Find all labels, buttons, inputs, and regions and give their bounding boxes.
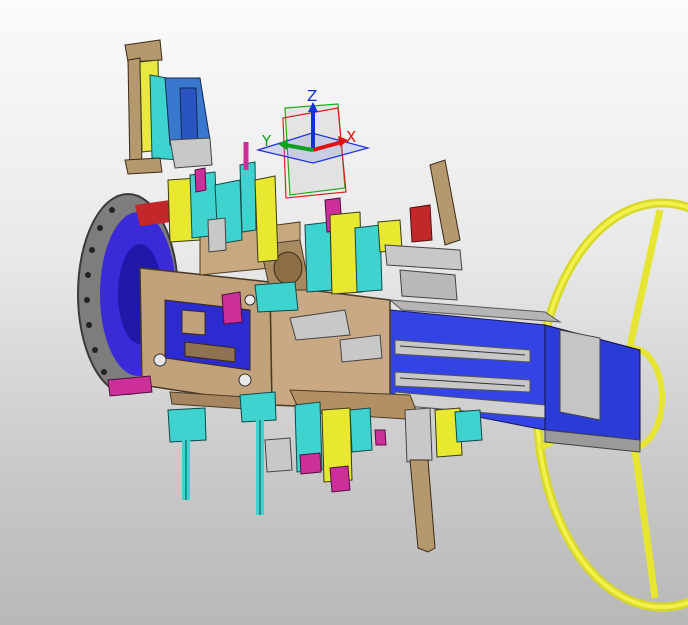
compass-z-label: Z [307,87,317,105]
upper-clamp-cylinder[interactable] [124,39,213,175]
3d-viewport[interactable]: Z X Y [0,0,688,625]
cad-scene[interactable]: Z X Y [0,0,688,625]
compass-x-label: X [346,128,356,146]
compass-y-label: Y [261,132,272,150]
